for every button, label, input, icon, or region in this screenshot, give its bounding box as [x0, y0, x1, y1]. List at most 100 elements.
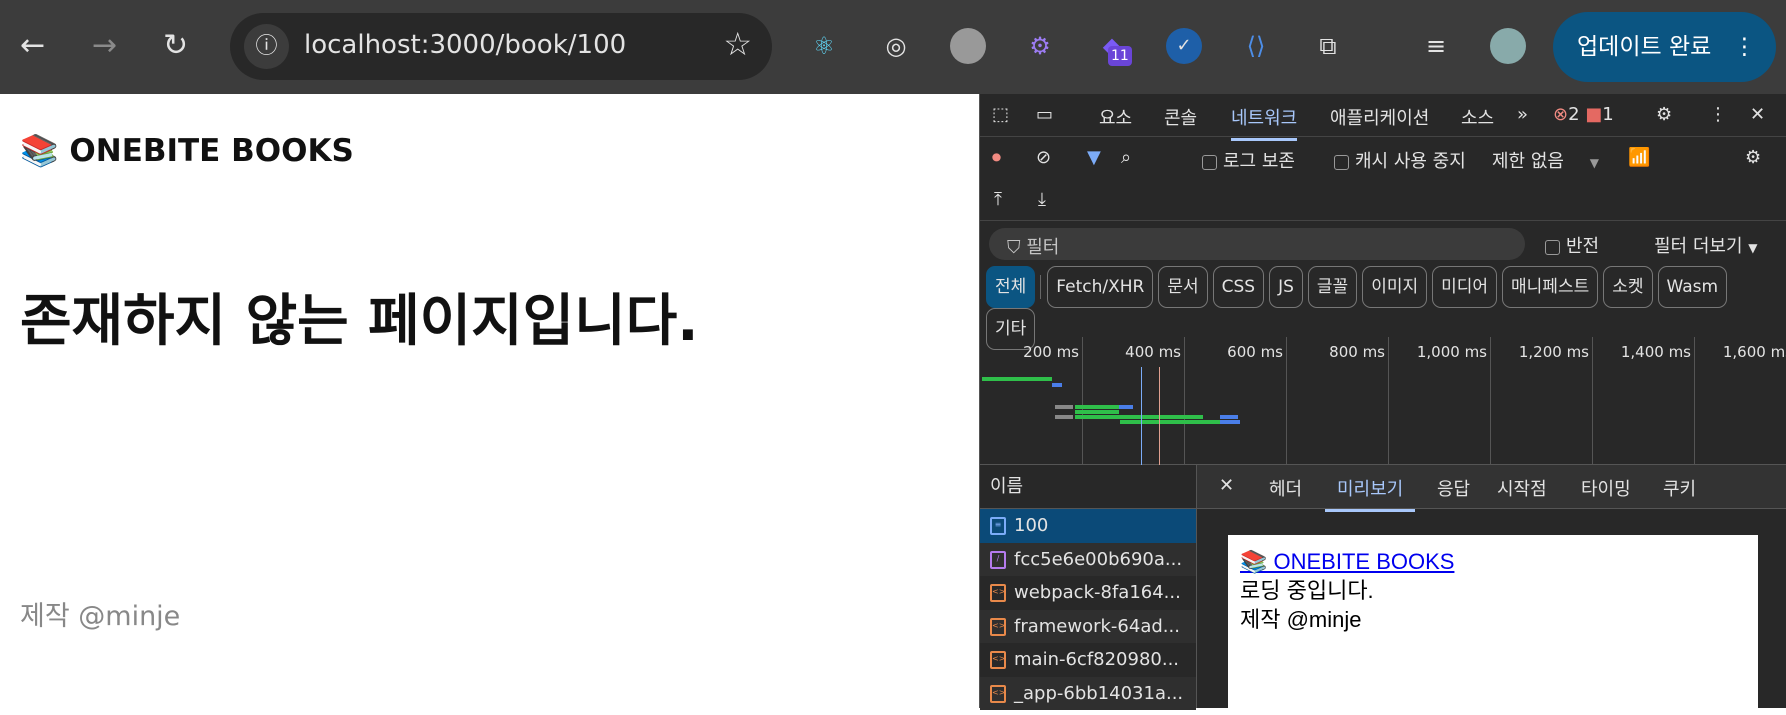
filter-chip[interactable]: 전체 [986, 266, 1036, 308]
request-waterfall-bar [1075, 410, 1119, 414]
detail-tab[interactable]: 타이밍 [1581, 475, 1631, 501]
inspect-element-icon[interactable]: ⬚ [992, 104, 1009, 125]
detail-tab[interactable]: 헤더 [1269, 475, 1302, 501]
throttle-select[interactable]: 제한 없음 ▼ [1492, 147, 1599, 173]
network-overview-timeline[interactable]: 200 ms 400 ms 600 ms 800 ms 1,000 ms 1,200 ms… [980, 337, 1786, 465]
disable-cache-checkbox[interactable]: 캐시 사용 중지 [1334, 147, 1466, 173]
filter-chip[interactable]: 소켓 [1603, 266, 1653, 308]
name-column-header[interactable]: 이름 [980, 465, 1196, 509]
tick-label: 1,000 ms [1416, 343, 1487, 361]
menu-dots-icon[interactable]: ⋮ [1733, 12, 1756, 82]
profile-avatar[interactable] [1490, 28, 1526, 64]
check-extension-icon[interactable]: ✓ [1166, 28, 1202, 64]
request-name: 100 [1014, 515, 1049, 536]
url-text[interactable]: localhost:3000/book/100 [304, 30, 626, 60]
redux-extension-icon[interactable]: ⟨⟩ [1238, 28, 1274, 64]
filter-chip[interactable]: 미디어 [1432, 266, 1498, 308]
load-event-marker [1159, 367, 1160, 465]
checkbox[interactable] [1334, 154, 1349, 170]
bookmark-star-icon[interactable]: ☆ [723, 25, 752, 63]
filter-chip[interactable]: 글꼴 [1307, 266, 1358, 308]
preview-brand-link[interactable]: 📚 ONEBITE BOOKS [1240, 549, 1454, 574]
warning-icon: ■ [1585, 104, 1603, 125]
update-button[interactable]: 업데이트 완료 ⋮ [1553, 12, 1776, 82]
filter-chip[interactable]: CSS [1212, 266, 1265, 308]
filter-icon[interactable]: ▼ [1087, 147, 1101, 168]
filter-chip[interactable]: 문서 [1158, 266, 1208, 308]
device-toolbar-icon[interactable]: ▭ [1036, 104, 1053, 125]
address-bar[interactable]: ⓘ localhost:3000/book/100 ☆ [230, 13, 772, 80]
timeline-tick: 800 ms [1329, 337, 1389, 465]
detail-tabbar: ✕ 헤더 미리보기 응답 시작점 타이밍 쿠키 [1197, 465, 1786, 512]
request-row[interactable]: <> webpack-8fa164... [980, 576, 1196, 610]
load-event-marker [1141, 367, 1142, 465]
network-toolbar: ⏺ ⊘ ▼ ⌕ 로그 보존 캐시 사용 중지 제한 없음 ▼ 📶 ⚙ ⤒ ⤓ [980, 137, 1786, 221]
timeline-tick: 400 ms [1125, 337, 1185, 465]
more-filters-dropdown[interactable]: 필터 더보기 ▼ [1654, 232, 1758, 258]
preserve-log-checkbox[interactable]: 로그 보존 [1202, 147, 1295, 173]
extension-avatar-icon[interactable] [950, 28, 986, 64]
clear-icon[interactable]: ⊘ [1036, 147, 1051, 168]
detail-tab[interactable]: 쿠키 [1663, 475, 1696, 501]
settings-icon[interactable]: ⚙ [1656, 104, 1672, 125]
tab-console[interactable]: 콘솔 [1164, 104, 1197, 130]
gear-extension-icon[interactable]: ⚙ [1022, 28, 1058, 64]
extensions-puzzle-icon[interactable]: ⧉ [1310, 28, 1346, 64]
invert-checkbox[interactable]: 반전 [1545, 232, 1599, 258]
media-control-icon[interactable]: ≡ [1418, 28, 1454, 64]
filter-chip[interactable]: Fetch/XHR [1047, 266, 1154, 308]
reload-icon[interactable]: ↻ [163, 26, 188, 66]
search-icon[interactable]: ⌕ [1121, 147, 1131, 168]
forward-icon[interactable]: → [92, 26, 117, 66]
preview-loading-text: 로딩 중입니다. [1240, 578, 1374, 603]
extension-stack-icon[interactable]: ◆11 [1094, 28, 1132, 66]
brand-link[interactable]: 📚 ONEBITE BOOKS [20, 132, 354, 169]
site-info-icon[interactable]: ⓘ [244, 24, 289, 69]
request-detail-pane: ✕ 헤더 미리보기 응답 시작점 타이밍 쿠키 📚 ONEBITE BOOKS 로딩 중입… [1197, 465, 1786, 715]
filter-chip[interactable]: JS [1269, 266, 1303, 308]
export-har-icon[interactable]: ⤓ [1038, 189, 1046, 210]
tab-network[interactable]: 네트워크 [1231, 104, 1298, 141]
react-devtools-icon[interactable]: ⚛ [806, 28, 842, 64]
disable-cache-label: 캐시 사용 중지 [1355, 151, 1466, 172]
error-count-text: 2 [1568, 104, 1580, 125]
filter-chip[interactable]: Wasm [1657, 266, 1728, 308]
request-row[interactable]: <> _app-6bb14031a... [980, 676, 1196, 710]
checkbox[interactable] [1202, 154, 1217, 170]
request-row[interactable]: <> framework-64ad... [980, 609, 1196, 643]
network-conditions-icon[interactable]: 📶 [1628, 147, 1650, 168]
tab-elements[interactable]: 요소 [1099, 104, 1132, 130]
more-options-icon[interactable]: ⋮ [1709, 104, 1727, 125]
filter-chip[interactable]: 이미지 [1362, 266, 1428, 308]
request-row[interactable]: ≡ 100 [980, 509, 1196, 543]
tab-sources[interactable]: 소스 [1461, 104, 1494, 130]
record-stop-icon[interactable]: ⏺ [992, 147, 1001, 168]
extension-target-icon[interactable]: ◎ [878, 28, 914, 64]
script-file-icon: <> [990, 684, 1006, 703]
error-count[interactable]: ⊗2 ■1 [1553, 104, 1614, 125]
detail-tab[interactable]: 응답 [1437, 475, 1470, 501]
tick-label: 1,400 ms [1620, 343, 1691, 361]
close-detail-icon[interactable]: ✕ [1219, 475, 1234, 496]
back-icon[interactable]: ← [20, 26, 45, 66]
more-tabs-icon[interactable]: » [1517, 104, 1528, 125]
detail-tab[interactable]: 시작점 [1497, 475, 1547, 501]
tick-label: 400 ms [1125, 343, 1181, 361]
import-har-icon[interactable]: ⤒ [994, 189, 1002, 210]
filter-chip[interactable]: 매니페스트 [1502, 266, 1599, 308]
extension-badge: 11 [1108, 46, 1132, 66]
close-devtools-icon[interactable]: ✕ [1750, 104, 1765, 125]
detail-tab[interactable]: 미리보기 [1325, 475, 1416, 512]
request-waterfall-bar [1220, 415, 1238, 419]
script-file-icon: <> [990, 617, 1006, 636]
request-row[interactable]: <> main-6cf820980... [980, 643, 1196, 677]
request-name: fcc5e6e00b690a... [1014, 548, 1183, 570]
network-settings-icon[interactable]: ⚙ [1745, 147, 1761, 168]
preserve-log-label: 로그 보존 [1223, 151, 1295, 172]
tab-application[interactable]: 애플리케이션 [1330, 104, 1429, 130]
filter-input[interactable]: ⛉ 필터 [989, 228, 1525, 260]
request-waterfall-bar [982, 377, 1052, 381]
request-row[interactable]: / fcc5e6e00b690a... [980, 542, 1196, 576]
checkbox[interactable] [1545, 239, 1560, 255]
request-waterfall-bar [1075, 415, 1203, 419]
